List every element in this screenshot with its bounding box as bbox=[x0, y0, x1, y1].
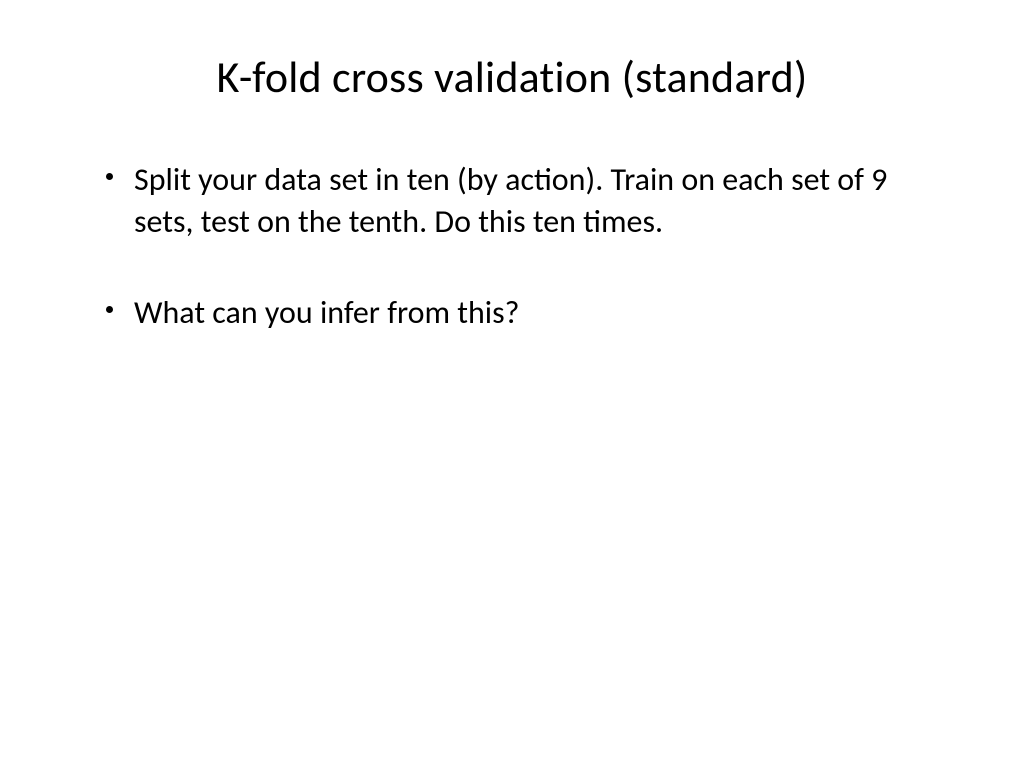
bullet-text: Split your data set in ten (by action). … bbox=[134, 159, 934, 242]
bullet-marker-icon bbox=[100, 159, 134, 180]
slide: K-fold cross validation (standard) Split… bbox=[0, 0, 1024, 768]
bullet-marker-icon bbox=[100, 292, 134, 313]
bullet-text: What can you infer from this? bbox=[134, 292, 934, 334]
bullet-item: Split your data set in ten (by action). … bbox=[100, 159, 934, 242]
bullet-item: What can you infer from this? bbox=[100, 292, 934, 334]
slide-content: Split your data set in ten (by action). … bbox=[90, 159, 934, 334]
slide-title: K-fold cross validation (standard) bbox=[90, 50, 934, 104]
